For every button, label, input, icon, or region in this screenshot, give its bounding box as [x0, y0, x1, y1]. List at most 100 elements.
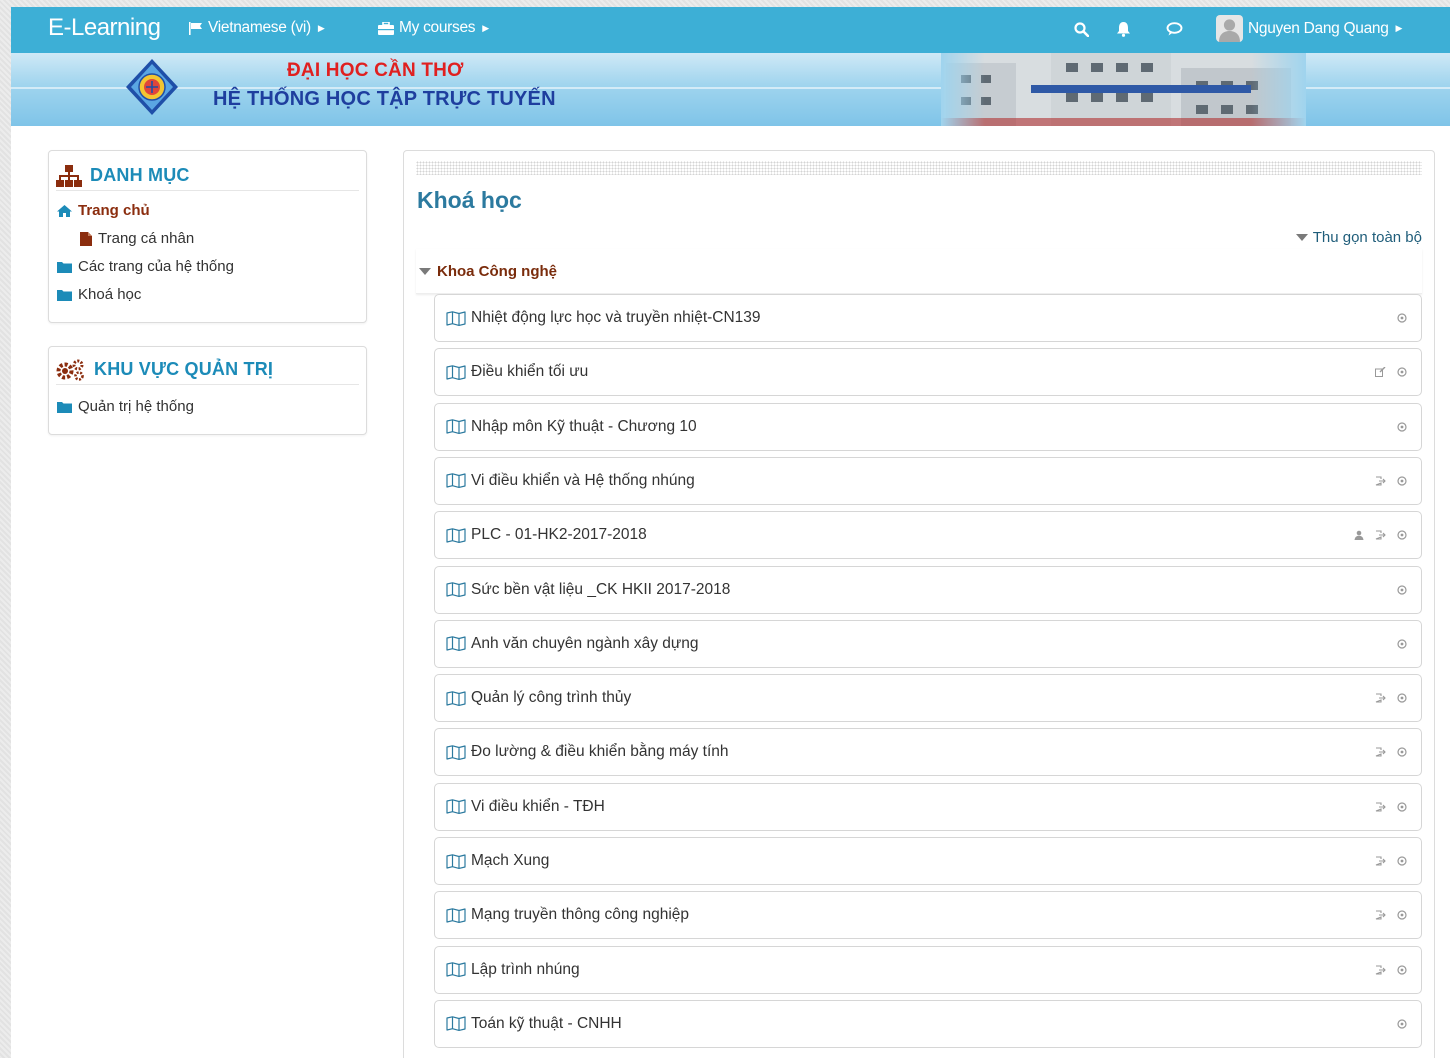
avatar	[1216, 15, 1243, 42]
course-item[interactable]: Vi điều khiển và Hệ thống nhúng	[434, 456, 1422, 505]
course-name[interactable]: Lập trình nhúng	[471, 961, 580, 979]
course-item[interactable]: PLC - 01-HK2-2017-2018	[434, 511, 1422, 560]
info-icon[interactable]	[1397, 313, 1407, 323]
folder-icon	[57, 261, 72, 273]
user-name: Nguyen Dang Quang	[1248, 19, 1389, 37]
course-item[interactable]: Sức bền vật liệu _CK HKII 2017-2018	[434, 565, 1422, 614]
site-brand[interactable]: E-Learning	[48, 14, 161, 42]
banner-university-name: ĐẠI HỌC CẦN THƠ	[287, 60, 464, 81]
nav-item-site-admin[interactable]: Quản trị hệ thống	[57, 398, 194, 415]
navigation-block: DANH MỤC Trang chủ Trang cá nhân Các tra…	[48, 150, 367, 323]
main-region: Khoá học Thu gọn toàn bộ Khoa Công nghệ …	[403, 150, 1435, 1058]
course-name[interactable]: Toán kỹ thuật - CNHH	[471, 1015, 622, 1033]
enrol-icon[interactable]	[1375, 693, 1386, 703]
course-name[interactable]: Điều khiển tối ưu	[471, 363, 588, 381]
course-item[interactable]: Quản lý công trình thủy	[434, 674, 1422, 723]
course-name[interactable]: PLC - 01-HK2-2017-2018	[471, 526, 647, 544]
map-icon	[446, 364, 466, 380]
edit-icon[interactable]	[1375, 367, 1386, 378]
enrol-icon[interactable]	[1375, 910, 1386, 920]
course-name[interactable]: Vi điều khiển - TĐH	[471, 798, 605, 816]
course-item[interactable]: Toán kỹ thuật - CNHH	[434, 999, 1422, 1048]
course-icons	[1375, 675, 1407, 721]
map-icon	[446, 1016, 466, 1032]
course-name[interactable]: Nhiệt động lực học và truyền nhiệt-CN139	[471, 309, 761, 327]
map-icon	[446, 690, 466, 706]
language-menu[interactable]: Vietnamese (vi) ▶	[189, 19, 325, 37]
info-icon[interactable]	[1397, 421, 1407, 432]
banner-system-name: HỆ THỐNG HỌC TẬP TRỰC TUYẾN	[213, 88, 556, 110]
my-courses-menu[interactable]: My courses ▶	[378, 19, 489, 37]
course-icons	[1397, 621, 1407, 667]
nav-item-courses[interactable]: Khoá học	[57, 286, 141, 303]
course-name[interactable]: Quản lý công trình thủy	[471, 689, 631, 707]
course-icons	[1375, 729, 1407, 775]
course-name[interactable]: Mạng truyền thông công nghiệp	[471, 906, 689, 924]
home-icon	[57, 204, 72, 217]
info-icon[interactable]	[1397, 639, 1407, 649]
course-name[interactable]: Sức bền vật liệu _CK HKII 2017-2018	[471, 581, 730, 599]
course-name[interactable]: Anh văn chuyên ngành xây dựng	[471, 635, 699, 653]
administration-block-title: KHU VỰC QUẢN TRỊ	[56, 355, 359, 385]
course-icons	[1397, 295, 1407, 341]
course-icons	[1397, 567, 1407, 613]
info-icon[interactable]	[1397, 584, 1407, 595]
collapse-all-link[interactable]: Thu gọn toàn bộ	[1295, 229, 1422, 246]
course-item[interactable]: Điều khiển tối ưu	[434, 348, 1422, 397]
guest-icon[interactable]	[1354, 530, 1364, 541]
course-icons	[1397, 404, 1407, 450]
course-item[interactable]: Nhiệt động lực học và truyền nhiệt-CN139	[434, 294, 1422, 342]
administration-block: KHU VỰC QUẢN TRỊ Quản trị hệ thống	[48, 346, 367, 435]
course-item[interactable]: Mạng truyền thông công nghiệp	[434, 891, 1422, 940]
site-banner: ĐẠI HỌC CẦN THƠ HỆ THỐNG HỌC TẬP TRỰC TU…	[11, 53, 1450, 126]
nav-item-profile[interactable]: Trang cá nhân	[80, 230, 194, 247]
course-item[interactable]: Anh văn chuyên ngành xây dựng	[434, 619, 1422, 668]
info-icon[interactable]	[1397, 367, 1407, 377]
course-item[interactable]: Mạch Xung	[434, 837, 1422, 885]
map-icon	[446, 799, 466, 815]
top-navbar: E-Learning Vietnamese (vi) ▶ My courses …	[11, 7, 1450, 53]
info-icon[interactable]	[1397, 910, 1407, 920]
course-name[interactable]: Vi điều khiển và Hệ thống nhúng	[471, 472, 695, 490]
map-icon	[446, 745, 466, 760]
nav-item-site-pages[interactable]: Các trang của hệ thống	[57, 258, 234, 275]
info-icon[interactable]	[1397, 476, 1407, 486]
info-icon[interactable]	[1397, 802, 1407, 812]
info-icon[interactable]	[1397, 530, 1407, 540]
course-item[interactable]: Lập trình nhúng	[434, 945, 1422, 994]
course-item[interactable]: Nhập môn Kỹ thuật - Chương 10	[434, 402, 1422, 451]
enrol-icon[interactable]	[1375, 856, 1386, 866]
campus-building-image	[941, 53, 1306, 126]
enrol-icon[interactable]	[1375, 802, 1386, 812]
my-courses-label: My courses	[399, 19, 476, 36]
course-name[interactable]: Nhập môn Kỹ thuật - Chương 10	[471, 418, 697, 436]
enrol-icon[interactable]	[1375, 476, 1386, 486]
caret-right-icon: ▶	[317, 22, 325, 33]
enrol-icon[interactable]	[1375, 965, 1386, 975]
map-icon	[446, 527, 466, 543]
caret-right-icon: ▶	[1395, 23, 1403, 33]
search-icon[interactable]	[1070, 18, 1092, 40]
info-icon[interactable]	[1397, 693, 1407, 703]
language-label: Vietnamese (vi)	[208, 19, 311, 36]
info-icon[interactable]	[1397, 964, 1407, 975]
course-name[interactable]: Đo lường & điều khiển bằng máy tính	[471, 743, 729, 761]
nav-item-home[interactable]: Trang chủ	[57, 202, 150, 219]
page-title: Khoá học	[417, 187, 522, 213]
course-icons	[1375, 349, 1407, 395]
map-icon	[446, 473, 466, 489]
map-icon	[446, 962, 466, 978]
category-header[interactable]: Khoa Công nghệ	[416, 249, 1422, 294]
info-icon[interactable]	[1397, 1019, 1407, 1029]
enrol-icon[interactable]	[1375, 747, 1386, 757]
course-item[interactable]: Đo lường & điều khiển bằng máy tính	[434, 728, 1422, 777]
chat-icon[interactable]	[1163, 18, 1185, 40]
info-icon[interactable]	[1397, 747, 1407, 757]
enrol-icon[interactable]	[1375, 530, 1386, 540]
sitemap-icon	[56, 164, 82, 187]
course-item[interactable]: Vi điều khiển - TĐH	[434, 782, 1422, 831]
course-name[interactable]: Mạch Xung	[471, 852, 549, 870]
user-menu[interactable]: Nguyen Dang Quang ▶	[1216, 15, 1402, 42]
bell-icon[interactable]	[1112, 18, 1134, 40]
info-icon[interactable]	[1397, 856, 1407, 866]
